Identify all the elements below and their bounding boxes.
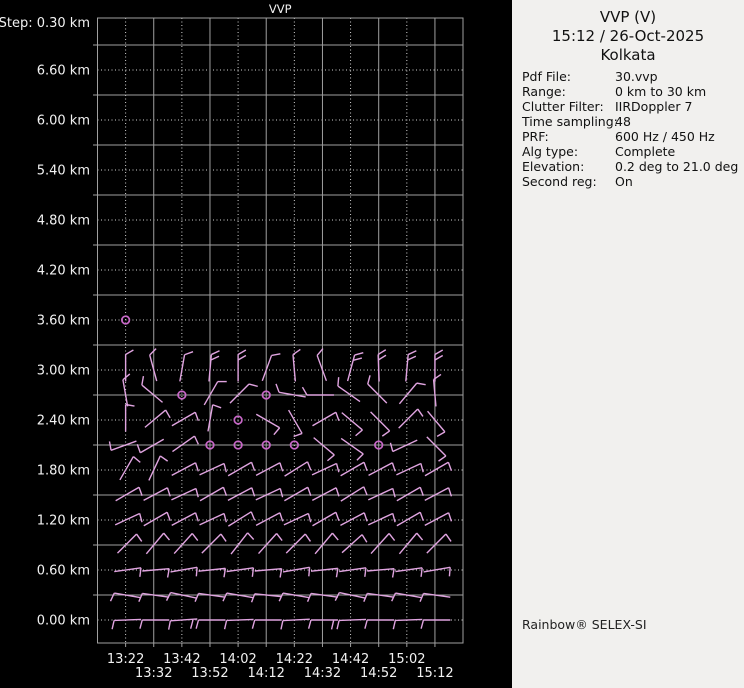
y-axis-label: 3.60 km: [37, 314, 90, 329]
panel-header: VVP (V) 15:12 / 26-Oct-2025 Kolkata: [512, 0, 744, 65]
y-axis-label: 6.00 km: [37, 114, 90, 129]
info-value: 0 km to 30 km: [615, 84, 706, 99]
chart-canvas: VVP Step: 0.30 km 6.60 km 6.00 km 5.40 km 4.8…: [0, 0, 512, 688]
x-axis-label: 14:22: [276, 652, 313, 667]
x-axis-label: 14:02: [219, 652, 256, 667]
info-value: 30.vvp: [615, 69, 658, 84]
info-value: Complete: [615, 144, 675, 159]
info-label: Alg type:: [522, 144, 615, 159]
info-row: Second reg:On: [522, 174, 742, 189]
x-axis-label: 15:02: [388, 652, 425, 667]
y-axis-label: 4.80 km: [37, 214, 90, 229]
info-row: PRF:600 Hz / 450 Hz: [522, 129, 742, 144]
x-axis-label: 14:32: [304, 666, 341, 681]
info-label: Time sampling:: [522, 114, 615, 129]
site-name: Kolkata: [512, 46, 744, 65]
step-label: Step: 0.30 km: [0, 16, 90, 31]
y-axis-label: 6.60 km: [37, 64, 90, 79]
wind-barb-staff: [339, 619, 366, 620]
y-axis-label: 1.20 km: [37, 514, 90, 529]
y-axis-label: 0.00 km: [37, 614, 90, 629]
info-label: Range:: [522, 84, 615, 99]
x-axis-label: 13:52: [191, 666, 228, 681]
wind-profile-chart: VVP Step: 0.30 km 6.60 km 6.00 km 5.40 km 4.8…: [0, 0, 512, 688]
y-axis-label: 4.20 km: [37, 264, 90, 279]
info-row: Clutter Filter:IIRDoppler 7: [522, 99, 742, 114]
x-axis-label: 13:32: [135, 666, 172, 681]
info-row: Time sampling:48: [522, 114, 742, 129]
x-axis-label: 14:42: [332, 652, 369, 667]
product-info-list: Pdf File:30.vvpRange:0 km to 30 kmClutte…: [522, 69, 742, 189]
info-value: 48: [615, 114, 631, 129]
wind-barb-staff: [114, 619, 141, 620]
product-title: VVP (V): [512, 8, 744, 27]
wind-barb-tick: [309, 567, 310, 576]
y-axis-label: 3.00 km: [37, 364, 90, 379]
info-value: 0.2 deg to 21.0 deg: [615, 159, 738, 174]
x-axis-label: 13:42: [163, 652, 200, 667]
wind-barb-staff: [227, 619, 254, 620]
chart-title: VVP: [269, 2, 292, 16]
product-datetime: 15:12 / 26-Oct-2025: [512, 27, 744, 46]
wind-barb-staff: [378, 355, 379, 382]
x-axis-label: 14:12: [247, 666, 284, 681]
info-panel: VVP (V) 15:12 / 26-Oct-2025 Kolkata Pdf …: [512, 0, 744, 688]
x-axis-label: 15:12: [416, 666, 453, 681]
info-row: Pdf File:30.vvp: [522, 69, 742, 84]
wind-barb-tick: [449, 567, 450, 576]
x-axis-label: 14:52: [360, 666, 397, 681]
info-label: Second reg:: [522, 174, 615, 189]
info-row: Alg type:Complete: [522, 144, 742, 159]
brand-footer: Rainbow® SELEX-SI: [522, 617, 647, 632]
y-axis-label: 0.60 km: [37, 564, 90, 579]
y-axis-label: 1.80 km: [37, 464, 90, 479]
vvp-product-window: VVP Step: 0.30 km 6.60 km 6.00 km 5.40 km 4.8…: [0, 0, 744, 688]
info-row: Range:0 km to 30 km: [522, 84, 742, 99]
wind-barb-staff: [395, 619, 422, 620]
info-label: Elevation:: [522, 159, 615, 174]
info-label: Clutter Filter:: [522, 99, 615, 114]
info-row: Elevation:0.2 deg to 21.0 deg: [522, 159, 742, 174]
y-axis-label: 5.40 km: [37, 164, 90, 179]
x-axis-label: 13:22: [107, 652, 144, 667]
info-label: PRF:: [522, 129, 615, 144]
wind-barb-tick: [338, 377, 339, 386]
info-value: 600 Hz / 450 Hz: [615, 129, 715, 144]
info-value: IIRDoppler 7: [615, 99, 692, 114]
info-label: Pdf File:: [522, 69, 615, 84]
y-axis-label: 2.40 km: [37, 414, 90, 429]
info-value: On: [615, 174, 633, 189]
wind-barb-tick: [196, 567, 197, 576]
